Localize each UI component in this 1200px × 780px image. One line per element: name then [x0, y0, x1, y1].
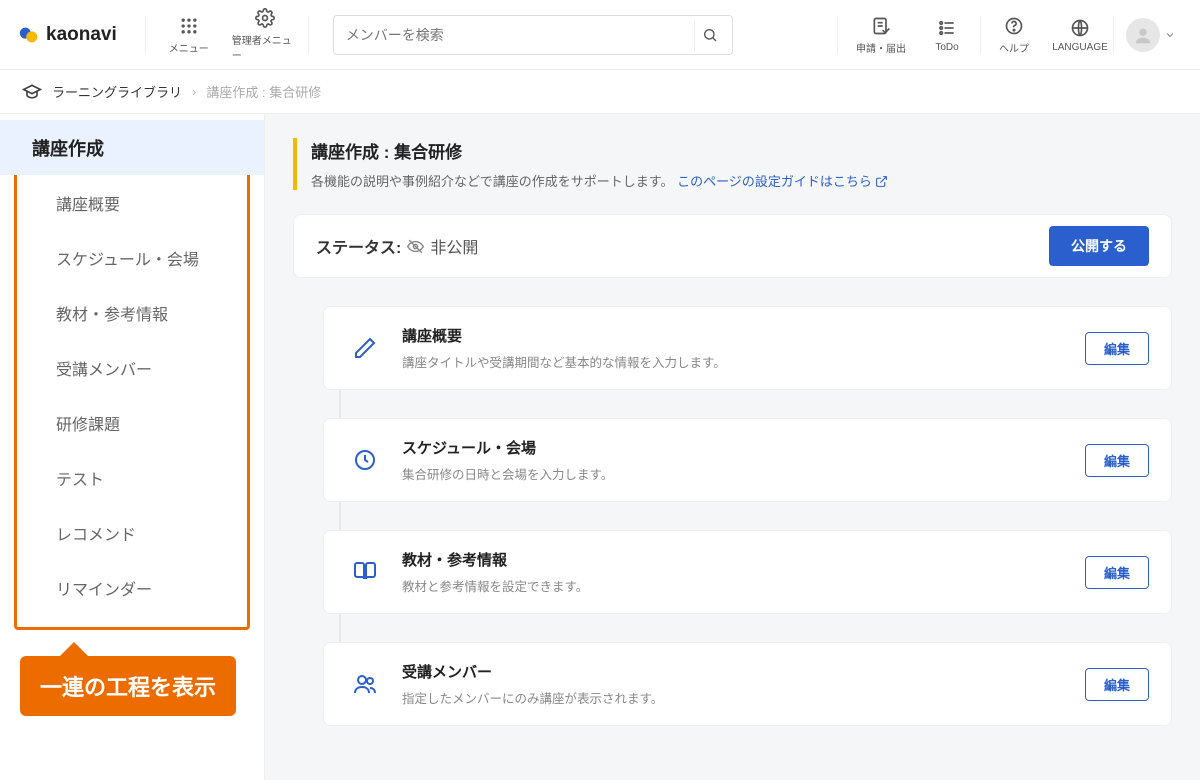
apply-icon — [870, 15, 892, 37]
search-icon[interactable] — [694, 19, 726, 51]
graduation-cap-icon — [22, 82, 42, 102]
todo-label: ToDo — [935, 42, 958, 53]
breadcrumb-root[interactable]: ラーニングライブラリ — [52, 82, 182, 101]
topbar: kaonavi メニュー 管理者メニュー — [0, 0, 1200, 70]
sidebar-item-assignment[interactable]: 研修課題 — [0, 395, 264, 450]
step-desc: 集合研修の日時と会場を入力します。 — [402, 464, 1067, 483]
sidebar-item-schedule[interactable]: スケジュール・会場 — [0, 230, 264, 285]
sidebar-item-reminder[interactable]: リマインダー — [0, 560, 264, 615]
search-input[interactable] — [346, 27, 694, 43]
book-icon — [346, 553, 384, 591]
step-schedule: スケジュール・会場 集合研修の日時と会場を入力します。 編集 — [323, 418, 1172, 502]
steps-timeline: 講座概要 講座タイトルや受講期間など基本的な情報を入力します。 編集 スケジュー… — [293, 306, 1172, 726]
admin-menu-button[interactable]: 管理者メニュー — [232, 5, 298, 65]
step-desc: 講座タイトルや受講期間など基本的な情報を入力します。 — [402, 352, 1067, 371]
help-button[interactable]: ヘルプ — [981, 5, 1047, 65]
sidebar-item-members[interactable]: 受講メンバー — [0, 340, 264, 395]
status-value: 非公開 — [430, 234, 478, 258]
search-area — [319, 15, 827, 55]
brand-name: kaonavi — [46, 24, 117, 46]
step-title: スケジュール・会場 — [402, 437, 1067, 458]
guide-link[interactable]: このページの設定ガイドはこちら — [677, 174, 888, 189]
sidebar-item-materials[interactable]: 教材・参考情報 — [0, 285, 264, 340]
status-bar: ステータス: 非公開 公開する — [293, 214, 1172, 278]
help-label: ヘルプ — [999, 40, 1029, 55]
edit-button[interactable]: 編集 — [1085, 668, 1149, 701]
clock-icon — [346, 441, 384, 479]
step-members: 受講メンバー 指定したメンバーにのみ講座が表示されます。 編集 — [323, 642, 1172, 726]
todo-button[interactable]: ToDo — [914, 5, 980, 65]
step-desc: 指定したメンバーにのみ講座が表示されます。 — [402, 688, 1067, 707]
main-content: 講座作成 : 集合研修 各機能の説明や事例紹介などで講座の作成をサポートします。… — [265, 114, 1200, 780]
breadcrumb: ラーニングライブラリ › 講座作成 : 集合研修 — [0, 70, 1200, 114]
sidebar-item-test[interactable]: テスト — [0, 450, 264, 505]
search-field[interactable] — [333, 15, 733, 55]
admin-menu-label: 管理者メニュー — [232, 32, 298, 62]
apply-button[interactable]: 申請・届出 — [848, 5, 914, 65]
pencil-icon — [346, 329, 384, 367]
sidebar-item-overview[interactable]: 講座概要 — [0, 175, 264, 230]
step-materials: 教材・参考情報 教材と参考情報を設定できます。 編集 — [323, 530, 1172, 614]
breadcrumb-current: 講座作成 : 集合研修 — [206, 82, 321, 101]
menu-label: メニュー — [169, 40, 209, 55]
brand-mark-icon — [18, 24, 40, 46]
sidebar-item-recommend[interactable]: レコメンド — [0, 505, 264, 560]
users-icon — [346, 665, 384, 703]
right-actions: 申請・届出 ToDo ヘルプ LANGUAGE — [848, 5, 1182, 65]
eye-off-icon — [407, 238, 424, 258]
status-label: ステータス: — [316, 234, 401, 258]
globe-icon — [1069, 17, 1091, 39]
avatar-icon — [1126, 18, 1160, 52]
edit-button[interactable]: 編集 — [1085, 332, 1149, 365]
step-title: 受講メンバー — [402, 661, 1067, 682]
step-desc: 教材と参考情報を設定できます。 — [402, 576, 1067, 595]
step-title: 教材・参考情報 — [402, 549, 1067, 570]
gear-icon — [254, 7, 276, 29]
step-overview: 講座概要 講座タイトルや受講期間など基本的な情報を入力します。 編集 — [323, 306, 1172, 390]
grid-icon — [178, 15, 200, 37]
language-label: LANGUAGE — [1052, 42, 1108, 53]
edit-button[interactable]: 編集 — [1085, 444, 1149, 477]
list-icon — [936, 17, 958, 39]
help-icon — [1003, 15, 1025, 37]
chevron-down-icon — [1164, 29, 1176, 41]
sidebar: 講座作成 講座概要 スケジュール・会場 教材・参考情報 受講メンバー 研修課題 … — [0, 114, 265, 780]
publish-button[interactable]: 公開する — [1049, 226, 1149, 266]
apply-label: 申請・届出 — [856, 40, 906, 55]
annotation-callout: 一連の工程を表示 — [20, 656, 236, 716]
edit-button[interactable]: 編集 — [1085, 556, 1149, 589]
breadcrumb-separator: › — [192, 84, 196, 99]
sidebar-head[interactable]: 講座作成 — [0, 120, 264, 175]
menu-button[interactable]: メニュー — [156, 5, 222, 65]
language-button[interactable]: LANGUAGE — [1047, 5, 1113, 65]
step-title: 講座概要 — [402, 325, 1067, 346]
external-link-icon — [875, 175, 888, 188]
user-menu[interactable] — [1114, 18, 1182, 52]
page-description: 各機能の説明や事例紹介などで講座の作成をサポートします。 このページの設定ガイド… — [311, 171, 1172, 190]
page-title: 講座作成 : 集合研修 — [311, 138, 1172, 163]
brand-logo[interactable]: kaonavi — [18, 24, 135, 46]
